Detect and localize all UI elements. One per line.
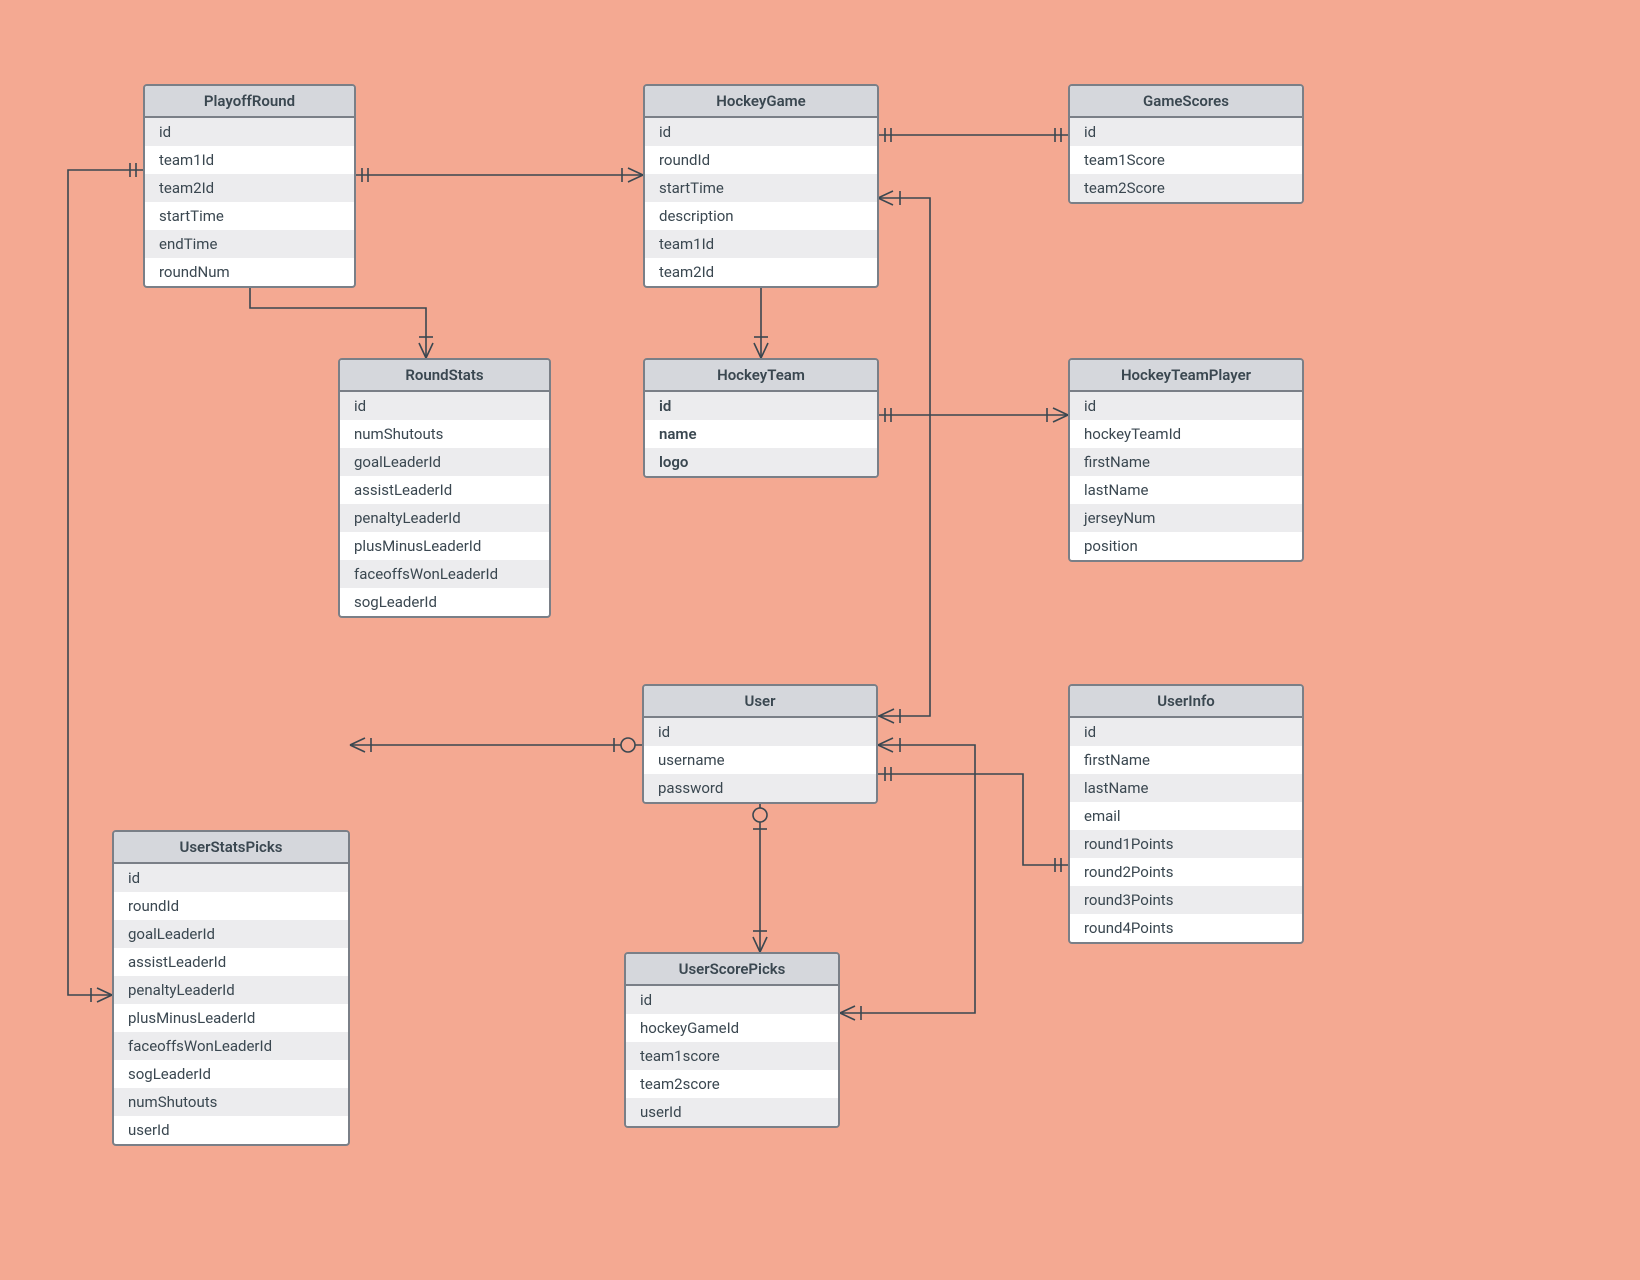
field: id	[1070, 718, 1302, 746]
field: password	[644, 774, 876, 802]
field: team2Id	[145, 174, 354, 202]
entity-hockeyteam: HockeyTeam id name logo	[643, 358, 879, 478]
field: email	[1070, 802, 1302, 830]
entity-header: HockeyGame	[645, 86, 877, 118]
entity-header: UserStatsPicks	[114, 832, 348, 864]
entity-header: HockeyTeam	[645, 360, 877, 392]
field: numShutouts	[114, 1088, 348, 1116]
entity-header: UserScorePicks	[626, 954, 838, 986]
field: firstName	[1070, 746, 1302, 774]
entity-gamescores: GameScores id team1Score team2Score	[1068, 84, 1304, 204]
field: team1Score	[1070, 146, 1302, 174]
field: roundId	[645, 146, 877, 174]
field: round1Points	[1070, 830, 1302, 858]
entity-userinfo: UserInfo id firstName lastName email rou…	[1068, 684, 1304, 944]
field: lastName	[1070, 476, 1302, 504]
field: id	[645, 392, 877, 420]
field: team1Id	[145, 146, 354, 174]
field: plusMinusLeaderId	[114, 1004, 348, 1032]
entity-hockeyteamplayer: HockeyTeamPlayer id hockeyTeamId firstNa…	[1068, 358, 1304, 562]
entity-userscorepicks: UserScorePicks id hockeyGameId team1scor…	[624, 952, 840, 1128]
field: userId	[114, 1116, 348, 1144]
field: round4Points	[1070, 914, 1302, 942]
field: round2Points	[1070, 858, 1302, 886]
field: sogLeaderId	[114, 1060, 348, 1088]
field: id	[145, 118, 354, 146]
field: faceoffsWonLeaderId	[114, 1032, 348, 1060]
field: assistLeaderId	[114, 948, 348, 976]
field: assistLeaderId	[340, 476, 549, 504]
field: roundNum	[145, 258, 354, 286]
field: roundId	[114, 892, 348, 920]
entity-roundstats: RoundStats id numShutouts goalLeaderId a…	[338, 358, 551, 618]
field: id	[626, 986, 838, 1014]
field: id	[645, 118, 877, 146]
field: position	[1070, 532, 1302, 560]
entity-header: HockeyTeamPlayer	[1070, 360, 1302, 392]
field: startTime	[645, 174, 877, 202]
field: numShutouts	[340, 420, 549, 448]
field: firstName	[1070, 448, 1302, 476]
field: penaltyLeaderId	[340, 504, 549, 532]
field: hockeyTeamId	[1070, 420, 1302, 448]
field: team2score	[626, 1070, 838, 1098]
field: id	[1070, 392, 1302, 420]
field: startTime	[145, 202, 354, 230]
field: sogLeaderId	[340, 588, 549, 616]
field: username	[644, 746, 876, 774]
entity-header: PlayoffRound	[145, 86, 354, 118]
field: team1Id	[645, 230, 877, 258]
field: team2Score	[1070, 174, 1302, 202]
field: goalLeaderId	[114, 920, 348, 948]
field: team2Id	[645, 258, 877, 286]
entity-user: User id username password	[642, 684, 878, 804]
field: faceoffsWonLeaderId	[340, 560, 549, 588]
field: description	[645, 202, 877, 230]
entity-hockeygame: HockeyGame id roundId startTime descript…	[643, 84, 879, 288]
entity-header: RoundStats	[340, 360, 549, 392]
field: userId	[626, 1098, 838, 1126]
field: id	[644, 718, 876, 746]
field: lastName	[1070, 774, 1302, 802]
field: plusMinusLeaderId	[340, 532, 549, 560]
entity-header: User	[644, 686, 876, 718]
field: id	[114, 864, 348, 892]
field: endTime	[145, 230, 354, 258]
field: jerseyNum	[1070, 504, 1302, 532]
entity-userstatspicks: UserStatsPicks id roundId goalLeaderId a…	[112, 830, 350, 1146]
entity-header: GameScores	[1070, 86, 1302, 118]
field: penaltyLeaderId	[114, 976, 348, 1004]
entity-playoffround: PlayoffRound id team1Id team2Id startTim…	[143, 84, 356, 288]
field: team1score	[626, 1042, 838, 1070]
field: hockeyGameId	[626, 1014, 838, 1042]
field: goalLeaderId	[340, 448, 549, 476]
field: id	[340, 392, 549, 420]
field: name	[645, 420, 877, 448]
entity-header: UserInfo	[1070, 686, 1302, 718]
field: logo	[645, 448, 877, 476]
field: id	[1070, 118, 1302, 146]
field: round3Points	[1070, 886, 1302, 914]
